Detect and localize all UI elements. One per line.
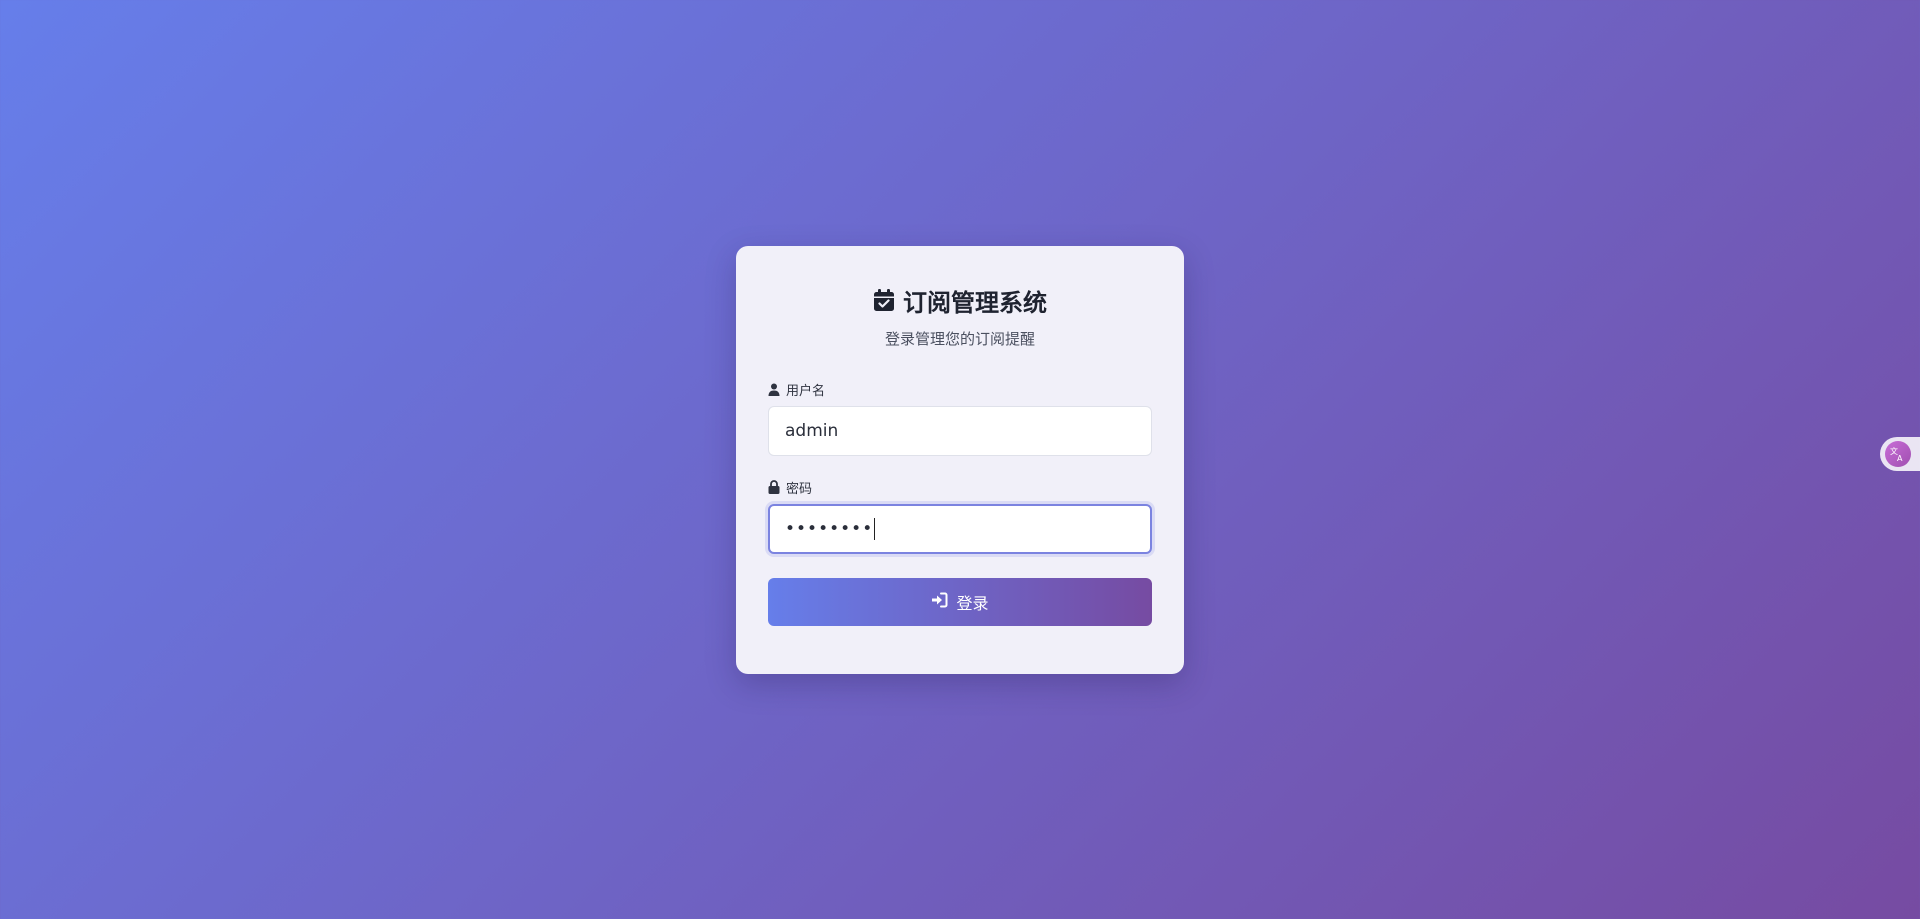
title-row: 订阅管理系统 [768,280,1152,320]
password-input[interactable]: •••••••• [768,504,1152,554]
password-field-group: 密码 •••••••• [768,478,1152,554]
password-label: 密码 [786,481,813,497]
username-label: 用户名 [786,383,826,399]
login-button-label: 登录 [956,594,989,613]
password-value: •••••••• [785,519,874,539]
calendar-check-icon [873,288,895,312]
login-card: 订阅管理系统 登录管理您的订阅提醒 用户名 admin 密码 •••••••• … [736,246,1184,674]
password-label-row: 密码 [768,478,1152,497]
login-button[interactable]: 登录 [768,578,1152,626]
lock-icon [768,480,780,494]
translate-icon[interactable]: 文 A [1885,441,1911,467]
page-title: 订阅管理系统 [903,288,1047,317]
username-field-group: 用户名 admin [768,380,1152,456]
username-input[interactable]: admin [768,406,1152,456]
svg-text:A: A [1897,454,1903,463]
page-subtitle: 登录管理您的订阅提醒 [884,330,1035,348]
sign-in-icon [931,592,948,612]
text-caret [874,518,876,540]
username-value: admin [785,421,839,441]
user-icon [768,383,780,396]
translate-widget[interactable]: 文 A [1880,437,1920,471]
username-label-row: 用户名 [768,380,1152,399]
